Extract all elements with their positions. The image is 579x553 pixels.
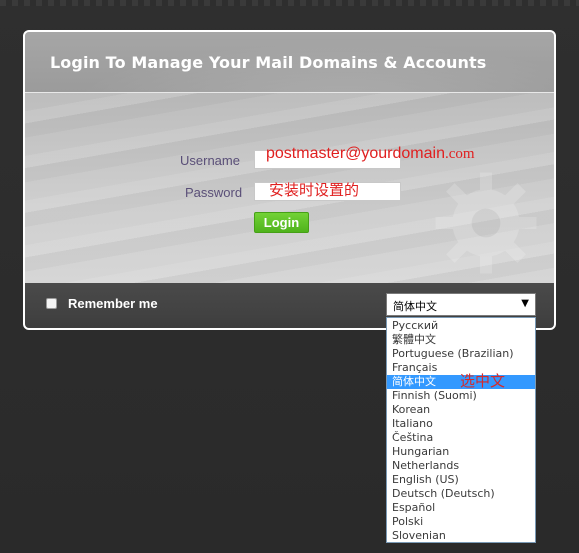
remember-me-checkbox[interactable]	[46, 298, 57, 309]
login-button[interactable]: Login	[254, 212, 309, 233]
gear-decoration-icon	[435, 172, 537, 274]
remember-me-label[interactable]: Remember me	[68, 296, 158, 311]
language-select[interactable]: 简体中文 ▼	[386, 293, 536, 316]
language-option[interactable]: Finnish (Suomi)	[387, 389, 535, 403]
language-selected-value: 简体中文	[393, 300, 437, 313]
language-option[interactable]: Hungarian	[387, 445, 535, 459]
language-option[interactable]: Portuguese (Brazilian)	[387, 347, 535, 361]
language-annotation: 选中文	[460, 372, 506, 390]
language-option[interactable]: Slovenian	[387, 529, 535, 543]
username-label: Username	[180, 153, 240, 168]
language-option[interactable]: Español	[387, 501, 535, 515]
language-option[interactable]: Deutsch (Deutsch)	[387, 487, 535, 501]
page-title: Login To Manage Your Mail Domains & Acco…	[50, 53, 487, 72]
language-dropdown-list: Русский 繁體中文 Portuguese (Brazilian) Fran…	[386, 317, 536, 543]
chevron-down-icon: ▼	[521, 298, 529, 309]
password-annotation: 安装时设置的	[269, 181, 360, 199]
language-option[interactable]: 繁體中文	[387, 333, 535, 347]
password-label: Password	[185, 185, 243, 200]
language-option[interactable]: Čeština	[387, 431, 535, 445]
language-option[interactable]: Korean	[387, 403, 535, 417]
language-option[interactable]: Italiano	[387, 417, 535, 431]
panel-header: Login To Manage Your Mail Domains & Acco…	[25, 32, 554, 93]
username-annotation-suffix: .com	[444, 146, 475, 162]
login-form: Username postmaster@yourdomain.com Passw…	[25, 93, 554, 283]
language-option[interactable]: Русский	[387, 319, 535, 333]
language-option[interactable]: English (US)	[387, 473, 535, 487]
language-option[interactable]: Netherlands	[387, 459, 535, 473]
username-annotation: postmaster@yourdomain.com	[266, 145, 475, 163]
language-option[interactable]: Polski	[387, 515, 535, 529]
username-annotation-main: postmaster@yourdomain	[266, 145, 445, 162]
login-panel: Login To Manage Your Mail Domains & Acco…	[23, 30, 556, 330]
page-top-edge	[0, 0, 579, 6]
